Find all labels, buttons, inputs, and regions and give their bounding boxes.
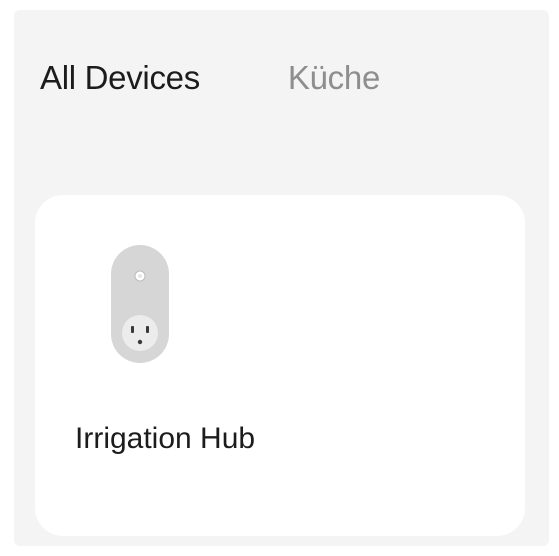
room-tabs: All Devices Küche [40, 58, 380, 98]
device-list-screen: All Devices Küche Irrigation Hub [14, 10, 549, 546]
tab-all-devices[interactable]: All Devices [40, 58, 200, 98]
device-name: Irrigation Hub [75, 422, 256, 455]
device-card-irrigation-hub[interactable]: Irrigation Hub [35, 195, 525, 536]
tab-kueche[interactable]: Küche [288, 58, 380, 98]
smart-plug-icon [111, 245, 169, 363]
